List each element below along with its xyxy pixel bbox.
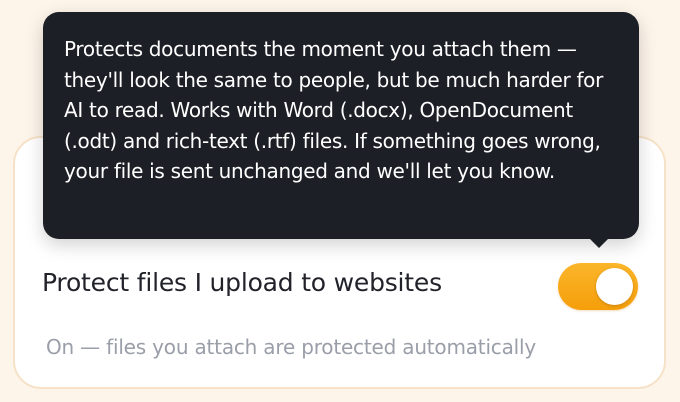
toggle-knob [596,268,633,305]
protect-uploads-label: Protect files I upload to websites [42,268,442,297]
tooltip-text: Protects documents the moment you attach… [64,37,604,183]
protect-uploads-toggle[interactable] [558,263,638,310]
tooltip-arrow [589,238,609,248]
protect-uploads-status: On — files you attach are protected auto… [46,335,537,359]
info-tooltip: Protects documents the moment you attach… [43,12,639,239]
settings-stage: Protect files I upload to websites On — … [0,0,680,402]
